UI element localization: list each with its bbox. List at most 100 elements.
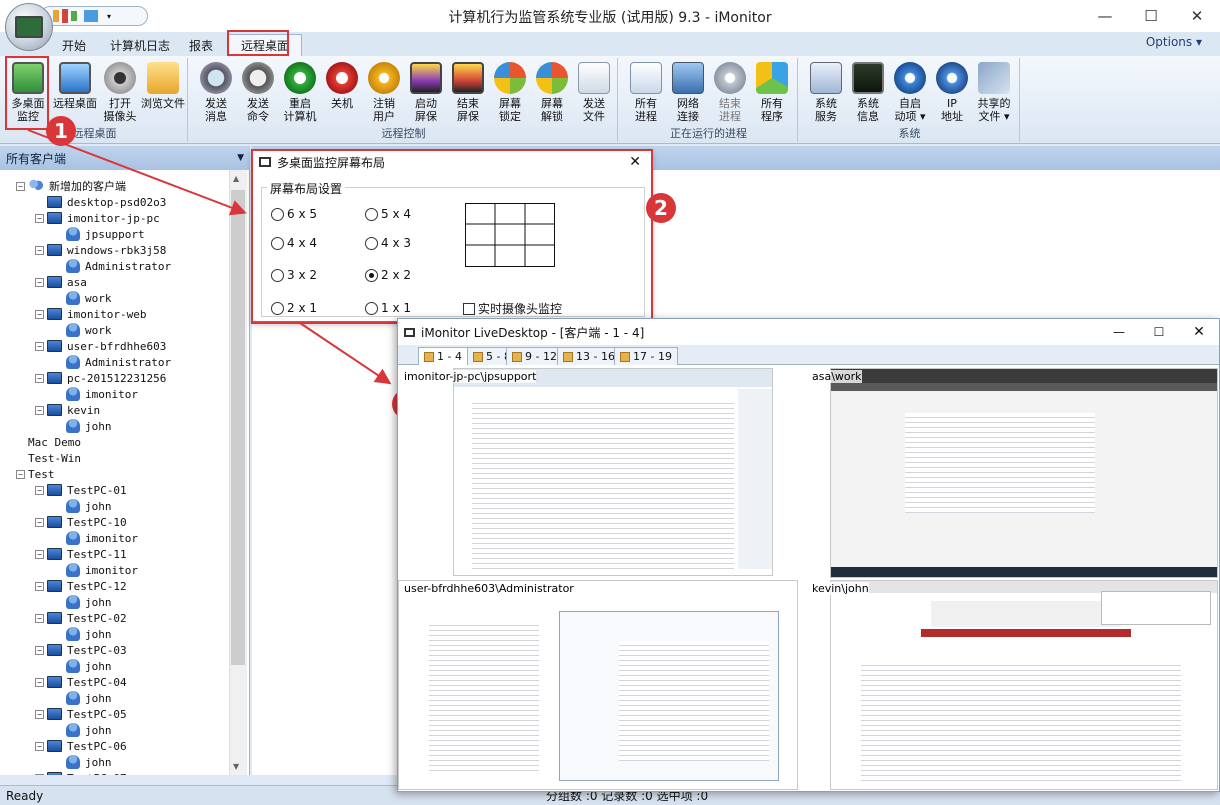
system-services-button[interactable]: 系统 服务 bbox=[804, 62, 848, 128]
tree-user-node[interactable]: imonitor bbox=[54, 562, 138, 578]
shared-files-button[interactable]: 共享的 文件 ▾ bbox=[972, 62, 1016, 128]
browse-files-button[interactable]: 浏览文件 bbox=[140, 62, 186, 128]
ld-close-button[interactable]: ✕ bbox=[1179, 324, 1219, 340]
chart-icon[interactable] bbox=[53, 10, 59, 22]
chevron-down-icon[interactable]: ▼ bbox=[237, 153, 244, 163]
expand-toggle-icon[interactable]: − bbox=[35, 341, 44, 351]
tree-computer-node[interactable]: − pc-201512231256 bbox=[35, 370, 166, 386]
tree-computer-node[interactable]: − TestPC-11 bbox=[35, 546, 127, 562]
ld-tab-9-12[interactable]: 9 - 12 bbox=[506, 347, 563, 365]
tree-computer-node[interactable]: − TestPC-01 bbox=[35, 482, 127, 498]
network-button[interactable]: 网络 连接 bbox=[666, 62, 710, 128]
tree-computer-node[interactable]: − TestPC-10 bbox=[35, 514, 127, 530]
tree-group-node[interactable]: − 新增加的客户端 bbox=[16, 178, 126, 194]
all-programs-button[interactable]: 所有 程序 bbox=[750, 62, 794, 128]
tab-reports[interactable]: 报表 bbox=[177, 34, 225, 56]
maximize-button[interactable]: ☐ bbox=[1128, 0, 1174, 32]
clients-panel-header[interactable]: 所有客户端 ▼ bbox=[0, 146, 250, 170]
restart-button[interactable]: 重启 计算机 bbox=[278, 62, 322, 128]
stats-icon[interactable] bbox=[71, 11, 77, 21]
expand-toggle-icon[interactable]: − bbox=[35, 677, 44, 687]
expand-toggle-icon[interactable]: − bbox=[35, 645, 44, 655]
send-command-button[interactable]: 发送 命令 bbox=[236, 62, 280, 128]
chevron-down-icon[interactable]: ▾ bbox=[107, 12, 111, 21]
expand-toggle-icon[interactable]: − bbox=[35, 245, 44, 255]
expand-toggle-icon[interactable]: − bbox=[35, 709, 44, 719]
tab-computer-log[interactable]: 计算机日志 bbox=[98, 34, 182, 56]
shutdown-button[interactable]: 关机 bbox=[320, 62, 364, 128]
send-file-button[interactable]: 发送 文件 bbox=[572, 62, 616, 128]
tree-user-node[interactable]: john bbox=[54, 690, 112, 706]
tab-start[interactable]: 开始 bbox=[50, 34, 98, 56]
end-process-button[interactable]: 结束 进程 bbox=[708, 62, 752, 128]
end-screensaver-button[interactable]: 结束 屏保 bbox=[446, 62, 490, 128]
tree-group-node[interactable]: Mac Demo bbox=[16, 434, 81, 450]
scroll-down-icon[interactable]: ▼ bbox=[233, 762, 239, 771]
tree-computer-node[interactable]: − imonitor-jp-pc bbox=[35, 210, 160, 226]
expand-toggle-icon[interactable]: − bbox=[35, 277, 44, 287]
ld-tab-13-16[interactable]: 13 - 16 bbox=[557, 347, 621, 365]
expand-toggle-icon[interactable]: − bbox=[35, 773, 44, 775]
expand-toggle-icon[interactable]: − bbox=[35, 581, 44, 591]
ip-address-button[interactable]: IP 地址 bbox=[930, 62, 974, 128]
scrollbar-thumb[interactable] bbox=[231, 190, 245, 665]
tree-user-node[interactable]: john bbox=[54, 722, 112, 738]
tree-user-node[interactable]: john bbox=[54, 626, 112, 642]
tree-computer-node[interactable]: − TestPC-07 bbox=[35, 770, 127, 775]
system-info-button[interactable]: 系统 信息 bbox=[846, 62, 890, 128]
expand-toggle-icon[interactable]: − bbox=[35, 309, 44, 319]
tree-computer-node[interactable]: − TestPC-05 bbox=[35, 706, 127, 722]
tree-group-node[interactable]: − Test bbox=[16, 466, 55, 482]
tree-user-node[interactable]: john bbox=[54, 418, 112, 434]
screen-thumbnail-4[interactable] bbox=[830, 580, 1218, 790]
expand-toggle-icon[interactable]: − bbox=[35, 213, 44, 223]
report-icon[interactable] bbox=[62, 9, 68, 23]
close-button[interactable]: ✕ bbox=[1174, 0, 1220, 32]
tree-computer-node[interactable]: − TestPC-03 bbox=[35, 642, 127, 658]
tree-computer-node[interactable]: − TestPC-04 bbox=[35, 674, 127, 690]
tree-user-node[interactable]: imonitor bbox=[54, 386, 138, 402]
client-tree[interactable]: − 新增加的客户端 desktop-psd02o3 − imonitor-jp-pc jp… bbox=[0, 170, 250, 775]
ld-minimize-button[interactable]: — bbox=[1099, 325, 1139, 339]
screen-icon[interactable] bbox=[84, 10, 98, 22]
tree-user-node[interactable]: john bbox=[54, 498, 112, 514]
screen-thumbnail-3[interactable] bbox=[398, 580, 798, 790]
tree-user-node[interactable]: Administrator bbox=[54, 354, 171, 370]
tree-computer-node[interactable]: − TestPC-02 bbox=[35, 610, 127, 626]
tree-user-node[interactable]: imonitor bbox=[54, 530, 138, 546]
tree-user-node[interactable]: Administrator bbox=[54, 258, 171, 274]
screen-thumbnail-2[interactable] bbox=[830, 368, 1218, 578]
scroll-up-icon[interactable]: ▲ bbox=[233, 174, 239, 183]
tree-computer-node[interactable]: − TestPC-12 bbox=[35, 578, 127, 594]
expand-toggle-icon[interactable]: − bbox=[35, 485, 44, 495]
ld-maximize-button[interactable]: ☐ bbox=[1139, 325, 1179, 339]
logoff-button[interactable]: 注销 用户 bbox=[362, 62, 406, 128]
tree-computer-node[interactable]: − windows-rbk3j58 bbox=[35, 242, 166, 258]
startup-items-button[interactable]: 自启 动项 ▾ bbox=[888, 62, 932, 128]
expand-toggle-icon[interactable]: − bbox=[35, 405, 44, 415]
tree-user-node[interactable]: john bbox=[54, 658, 112, 674]
options-menu[interactable]: Options ▾ bbox=[1146, 35, 1202, 49]
tree-group-node[interactable]: Test-Win bbox=[16, 450, 81, 466]
tree-computer-node[interactable]: − kevin bbox=[35, 402, 100, 418]
expand-toggle-icon[interactable]: − bbox=[35, 613, 44, 623]
tree-user-node[interactable]: jpsupport bbox=[54, 226, 145, 242]
minimize-button[interactable]: — bbox=[1082, 0, 1128, 32]
quick-access-toolbar[interactable]: ▾ bbox=[40, 6, 148, 26]
all-processes-button[interactable]: 所有 进程 bbox=[624, 62, 668, 128]
open-camera-button[interactable]: 打开 摄像头 bbox=[98, 62, 142, 128]
tree-user-node[interactable]: john bbox=[54, 754, 112, 770]
start-screensaver-button[interactable]: 启动 屏保 bbox=[404, 62, 448, 128]
expand-toggle-icon[interactable]: − bbox=[16, 469, 25, 479]
expand-toggle-icon[interactable]: − bbox=[35, 549, 44, 559]
tree-user-node[interactable]: work bbox=[54, 290, 112, 306]
tree-user-node[interactable]: work bbox=[54, 322, 112, 338]
tree-computer-node[interactable]: − asa bbox=[35, 274, 87, 290]
tree-computer-node[interactable]: − imonitor-web bbox=[35, 306, 146, 322]
screen-thumbnail-1[interactable] bbox=[453, 368, 773, 576]
tree-user-node[interactable]: john bbox=[54, 594, 112, 610]
tree-computer-node[interactable]: − TestPC-06 bbox=[35, 738, 127, 754]
expand-toggle-icon[interactable]: − bbox=[35, 517, 44, 527]
expand-toggle-icon[interactable]: − bbox=[35, 373, 44, 383]
ld-tab-1-4[interactable]: 1 - 4 bbox=[418, 347, 468, 365]
